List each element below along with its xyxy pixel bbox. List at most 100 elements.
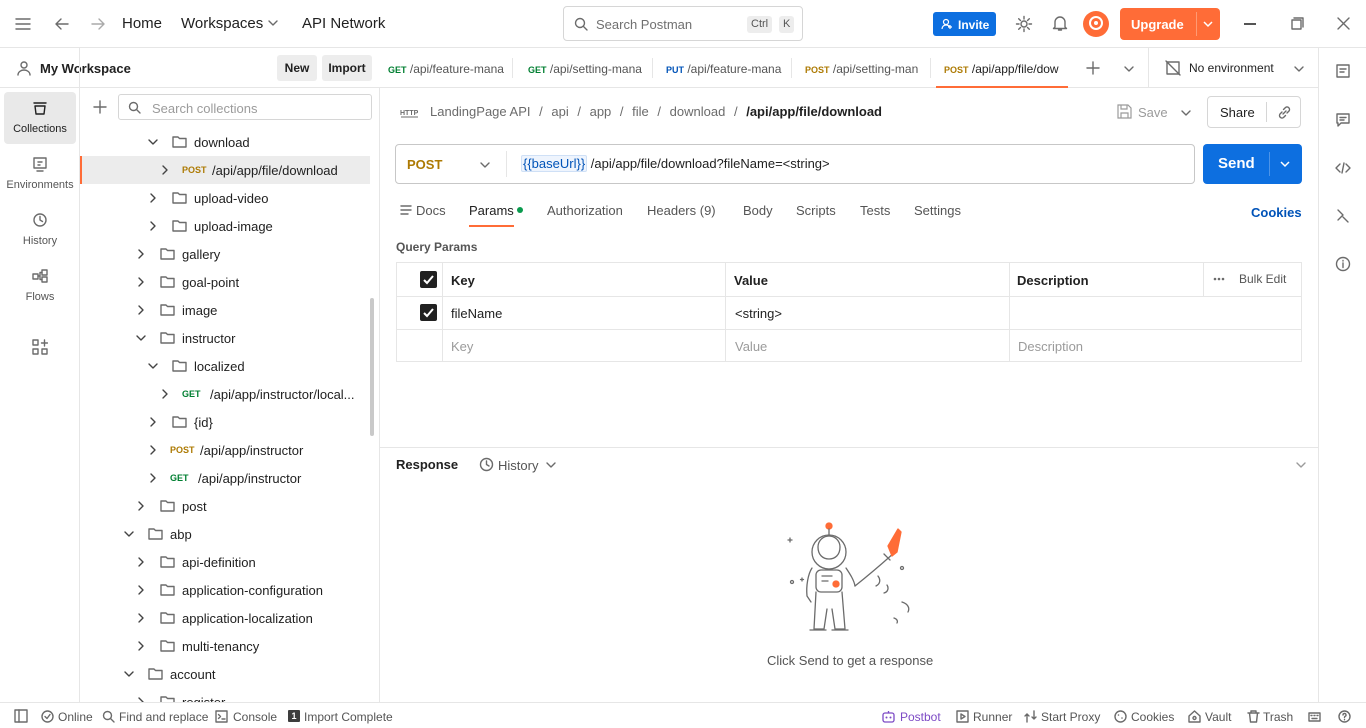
- param-value[interactable]: <string>: [735, 306, 782, 321]
- chevron-down-icon[interactable]: [124, 529, 134, 539]
- rail-flows[interactable]: Flows: [4, 260, 76, 312]
- comments-icon[interactable]: [1335, 112, 1351, 128]
- configure-workbench-icon[interactable]: [32, 339, 48, 355]
- chevron-down-icon[interactable]: [148, 137, 158, 147]
- cookies-button[interactable]: Cookies: [1131, 710, 1174, 724]
- sidebar-scrollbar[interactable]: [370, 298, 374, 436]
- more-options-icon[interactable]: [1213, 277, 1225, 281]
- global-search[interactable]: Search Postman Ctrl K: [563, 6, 803, 41]
- tab-request[interactable]: POST /api/setting-man: [797, 48, 929, 88]
- related-collections-icon[interactable]: [1335, 208, 1351, 224]
- nav-api-network[interactable]: API Network: [302, 15, 385, 32]
- new-param-key-input[interactable]: Key: [451, 339, 473, 354]
- new-tab-plus-icon[interactable]: [1086, 61, 1100, 75]
- cookies-link[interactable]: Cookies: [1251, 205, 1302, 220]
- toggle-sidebar-icon[interactable]: [14, 709, 28, 723]
- add-collection-plus-icon[interactable]: [93, 100, 107, 114]
- runner-button[interactable]: Runner: [973, 710, 1012, 724]
- tab-params[interactable]: Params: [469, 203, 514, 227]
- tree-folder[interactable]: upload-video: [80, 184, 370, 212]
- tree-folder[interactable]: abp: [80, 520, 370, 548]
- avatar[interactable]: [1083, 11, 1109, 37]
- tree-folder[interactable]: gallery: [80, 240, 370, 268]
- console-button[interactable]: Console: [233, 710, 277, 724]
- chevron-right-icon[interactable]: [160, 165, 170, 175]
- menu-icon[interactable]: [15, 17, 31, 31]
- param-key[interactable]: fileName: [451, 306, 502, 321]
- tree-folder[interactable]: register: [80, 688, 370, 702]
- find-and-replace-button[interactable]: Find and replace: [119, 710, 208, 724]
- collections-search-input[interactable]: Search collections: [118, 94, 372, 120]
- tree-folder[interactable]: api-definition: [80, 548, 370, 576]
- trash-button[interactable]: Trash: [1263, 710, 1293, 724]
- forward-arrow-icon[interactable]: [90, 16, 106, 32]
- tree-folder[interactable]: download: [80, 128, 370, 156]
- tab-authorization[interactable]: Authorization: [547, 203, 623, 218]
- share-button[interactable]: Share: [1220, 105, 1255, 120]
- collapse-response-chevron-icon[interactable]: [1296, 461, 1306, 469]
- chevron-right-icon[interactable]: [136, 305, 146, 315]
- tab-settings[interactable]: Settings: [914, 203, 961, 218]
- tab-tests[interactable]: Tests: [860, 203, 890, 218]
- back-arrow-icon[interactable]: [54, 16, 70, 32]
- chevron-down-icon[interactable]: [148, 361, 158, 371]
- request-title[interactable]: /api/app/file/download: [746, 104, 882, 119]
- online-status[interactable]: Online: [58, 710, 93, 724]
- rail-environments[interactable]: Environments: [4, 148, 76, 200]
- chevron-down-icon[interactable]: [124, 669, 134, 679]
- new-param-value-input[interactable]: Value: [735, 339, 767, 354]
- rail-collections[interactable]: Collections: [4, 92, 76, 144]
- breadcrumb-item[interactable]: download: [670, 104, 726, 119]
- rail-history[interactable]: History: [4, 204, 76, 256]
- notifications-bell-icon[interactable]: [1052, 14, 1068, 32]
- info-icon[interactable]: [1335, 256, 1351, 272]
- tree-folder[interactable]: goal-point: [80, 268, 370, 296]
- new-param-description-input[interactable]: Description: [1018, 339, 1083, 354]
- tree-folder[interactable]: post: [80, 492, 370, 520]
- url-input[interactable]: {{baseUrl}} /api/app/file/download?fileN…: [521, 155, 830, 172]
- tree-folder[interactable]: account: [80, 660, 370, 688]
- help-icon[interactable]: [1338, 710, 1351, 723]
- tree-folder[interactable]: upload-image: [80, 212, 370, 240]
- breadcrumb-item[interactable]: file: [632, 104, 649, 119]
- chevron-right-icon[interactable]: [136, 501, 146, 511]
- save-options-chevron-icon[interactable]: [1181, 109, 1191, 117]
- maximize-window-icon[interactable]: [1291, 17, 1304, 30]
- code-icon[interactable]: [1335, 160, 1351, 176]
- tree-request[interactable]: GET/api/app/instructor/local...: [80, 380, 370, 408]
- chevron-right-icon[interactable]: [148, 417, 158, 427]
- vault-button[interactable]: Vault: [1205, 710, 1231, 724]
- chevron-right-icon[interactable]: [136, 249, 146, 259]
- tab-request-active[interactable]: POST /api/app/file/dow: [936, 48, 1068, 88]
- method-select[interactable]: POST: [407, 157, 442, 172]
- tree-request[interactable]: GET/api/app/instructor: [80, 464, 370, 492]
- tree-folder[interactable]: image: [80, 296, 370, 324]
- import-status[interactable]: Import Complete: [304, 710, 393, 724]
- start-proxy-button[interactable]: Start Proxy: [1041, 710, 1100, 724]
- keyboard-shortcuts-icon[interactable]: [1308, 710, 1321, 723]
- tab-docs[interactable]: Docs: [416, 203, 446, 218]
- breadcrumb-item[interactable]: app: [590, 104, 612, 119]
- chevron-right-icon[interactable]: [136, 277, 146, 287]
- chevron-right-icon[interactable]: [160, 389, 170, 399]
- environment-selector[interactable]: No environment: [1148, 48, 1318, 88]
- tabs-menu-chevron-icon[interactable]: [1124, 65, 1134, 73]
- upgrade-button[interactable]: Upgrade: [1120, 8, 1220, 40]
- documentation-icon[interactable]: [1335, 63, 1351, 79]
- postbot-button[interactable]: Postbot: [900, 710, 941, 724]
- breadcrumb-item[interactable]: LandingPage API: [430, 104, 530, 119]
- response-history-button[interactable]: History: [498, 458, 538, 473]
- select-all-checkbox[interactable]: [420, 271, 437, 288]
- import-button[interactable]: Import: [322, 55, 372, 81]
- tab-request[interactable]: GET /api/setting-mana: [520, 48, 652, 88]
- bulk-edit-button[interactable]: Bulk Edit: [1239, 272, 1286, 286]
- param-row-checkbox[interactable]: [420, 304, 437, 321]
- new-button[interactable]: New: [277, 55, 317, 81]
- tree-folder[interactable]: localized: [80, 352, 370, 380]
- settings-gear-icon[interactable]: [1015, 15, 1033, 33]
- chevron-right-icon[interactable]: [136, 557, 146, 567]
- send-button[interactable]: Send: [1203, 144, 1302, 184]
- tab-headers[interactable]: Headers (9): [647, 203, 716, 218]
- nav-workspaces[interactable]: Workspaces: [181, 15, 263, 32]
- nav-home[interactable]: Home: [122, 15, 162, 32]
